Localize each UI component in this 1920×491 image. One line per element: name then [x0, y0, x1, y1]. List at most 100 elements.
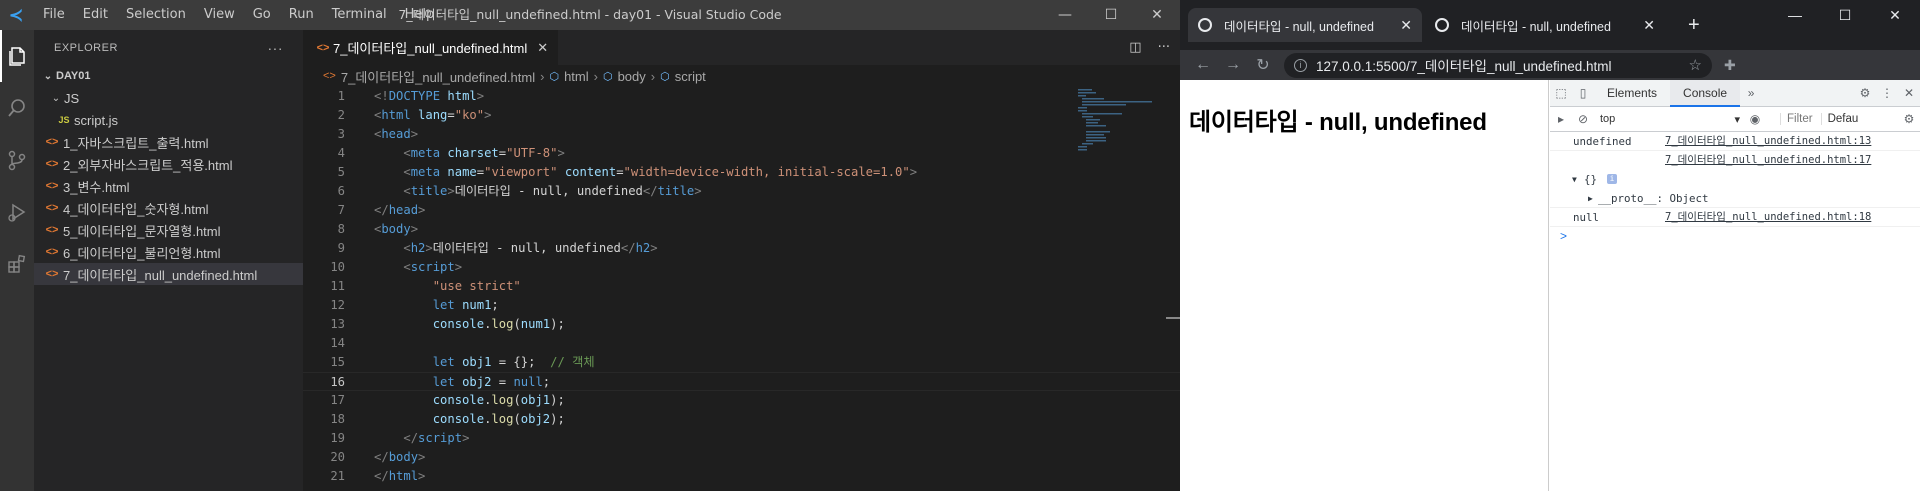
run-debug-icon[interactable]	[0, 186, 34, 238]
reload-icon[interactable]: ↻	[1248, 55, 1278, 75]
more-actions-icon[interactable]: ···	[1158, 40, 1170, 55]
inspect-element-icon[interactable]: ⬚	[1550, 86, 1572, 100]
menubar: File Edit Selection View Go Run Terminal…	[34, 0, 443, 30]
eye-icon[interactable]: ◉	[1744, 112, 1766, 126]
code-editor[interactable]: 1 <!DOCTYPE html> 2 <html lang="ko"> 3 <hea…	[303, 87, 1180, 486]
forward-icon[interactable]: →	[1218, 56, 1248, 74]
close-tab-icon[interactable]: ✕	[1400, 17, 1412, 34]
extensions-puzzle-icon[interactable]: ✚	[1724, 57, 1736, 74]
context-selector[interactable]: top ▾	[1600, 113, 1740, 126]
more-tabs-icon[interactable]: »	[1740, 86, 1762, 100]
tree-file-script-js[interactable]: JS script.js	[34, 109, 303, 131]
maximize-icon[interactable]: ☐	[1820, 0, 1870, 30]
close-tab-icon[interactable]: ✕	[537, 40, 548, 56]
address-bar[interactable]: i 127.0.0.1:5500/7_데이터타입_null_undefined.…	[1284, 52, 1712, 78]
minimize-icon[interactable]: —	[1770, 0, 1820, 30]
code-line: 3 <head>	[303, 125, 1180, 144]
line-number: 13	[330, 317, 345, 331]
expand-object-icon[interactable]: ▼	[1572, 170, 1577, 189]
tree-file-selected[interactable]: <> 7_데이터타입_null_undefined.html	[34, 263, 303, 285]
devtools-tab-elements[interactable]: Elements	[1594, 80, 1670, 107]
tree-file[interactable]: <> 1_자바스크립트_출력.html	[34, 131, 303, 153]
browser-toolbar: ← → ↻ i 127.0.0.1:5500/7_데이터타입_null_unde…	[1180, 50, 1920, 80]
filter-input[interactable]: Filter	[1780, 113, 1813, 125]
editor-tab-active[interactable]: <> 7_데이터타입_null_undefined.html ✕	[303, 30, 559, 65]
code-text: </script>	[403, 431, 470, 445]
breadcrumb-item[interactable]: 7_데이터타입_null_undefined.html	[341, 67, 535, 86]
tree-file[interactable]: <> 2_외부자바스크립트_적용.html	[34, 153, 303, 175]
device-toolbar-icon[interactable]: ▯	[1572, 86, 1594, 100]
tab-label: 7_데이터타입_null_undefined.html	[333, 41, 528, 56]
tree-label: 5_데이터타입_문자열형.html	[63, 223, 221, 239]
window-controls: — ☐ ✕	[1770, 0, 1920, 30]
code-line: 20 </body>	[303, 448, 1180, 467]
explorer-header: EXPLORER ···	[34, 30, 303, 65]
tree-label: 4_데이터타입_숫자형.html	[63, 201, 209, 217]
chrome-tabstrip: o 데이터타입 - null, undefined ✕ o 데이터타입 - nu…	[1180, 0, 1920, 50]
sidebar-toggle-icon[interactable]: ▸	[1550, 112, 1572, 126]
code-line: 21 </html>	[303, 467, 1180, 486]
code-line: 2 <html lang="ko">	[303, 106, 1180, 125]
devtools-tab-console[interactable]: Console	[1670, 79, 1741, 107]
tree-file[interactable]: <> 3_변수.html	[34, 175, 303, 197]
menu-edit[interactable]: Edit	[74, 0, 117, 30]
menu-terminal[interactable]: Terminal	[323, 0, 396, 30]
extensions-icon[interactable]	[0, 238, 34, 290]
expand-proto-icon[interactable]: ▶	[1588, 189, 1593, 208]
folder-day01[interactable]: ⌄ DAY01	[34, 65, 303, 87]
code-text: console.log(obj2);	[432, 412, 565, 426]
close-devtools-icon[interactable]: ✕	[1898, 86, 1920, 100]
kebab-menu-icon[interactable]: ⋮	[1876, 86, 1898, 100]
breadcrumb-item[interactable]: script	[675, 69, 706, 84]
split-editor-icon[interactable]: ◫	[1129, 40, 1141, 55]
explorer-icon[interactable]	[0, 30, 34, 82]
browser-tab-active[interactable]: o 데이터타입 - null, undefined ✕	[1188, 8, 1422, 42]
menu-selection[interactable]: Selection	[117, 0, 195, 30]
html-file-icon: <>	[45, 224, 59, 236]
search-icon[interactable]	[0, 82, 34, 134]
breadcrumb-item[interactable]: html	[564, 69, 589, 84]
tree-folder-js[interactable]: ⌄ JS	[34, 87, 303, 109]
close-icon[interactable]: ✕	[1870, 0, 1920, 30]
log-levels-dropdown[interactable]: Defau	[1820, 113, 1858, 125]
clear-console-icon[interactable]: ⊘	[1572, 112, 1594, 126]
code-text: <body>	[374, 222, 419, 236]
minimap[interactable]	[1076, 87, 1166, 167]
menu-run[interactable]: Run	[280, 0, 323, 30]
console-object-proto[interactable]: ▶ __proto__: Object	[1550, 189, 1920, 208]
chevron-down-icon: ⌄	[51, 92, 61, 104]
more-actions-icon[interactable]: ···	[268, 40, 284, 56]
back-icon[interactable]: ←	[1188, 56, 1218, 74]
vscode-titlebar: ≺ File Edit Selection View Go Run Termin…	[0, 0, 1180, 30]
new-tab-icon[interactable]: +	[1688, 14, 1700, 37]
menu-file[interactable]: File	[34, 0, 74, 30]
console-object[interactable]: ▼ {} i	[1550, 170, 1920, 189]
chevron-down-icon: ⌄	[43, 70, 53, 82]
code-text: <html lang="ko">	[374, 108, 492, 122]
tree-file[interactable]: <> 5_데이터타입_문자열형.html	[34, 219, 303, 241]
close-tab-icon[interactable]: ✕	[1643, 17, 1655, 34]
source-control-icon[interactable]	[0, 134, 34, 186]
info-icon[interactable]: i	[1294, 58, 1307, 72]
vscode-logo-icon: ≺	[8, 4, 24, 26]
console-settings-icon[interactable]: ⚙	[1898, 112, 1920, 126]
tree-file[interactable]: <> 4_데이터타입_숫자형.html	[34, 197, 303, 219]
menu-go[interactable]: Go	[244, 0, 280, 30]
log-source-link[interactable]: 7_데이터타입_null_undefined.html:17	[1665, 151, 1871, 170]
close-icon[interactable]: ✕	[1134, 0, 1180, 30]
menu-view[interactable]: View	[195, 0, 244, 30]
maximize-icon[interactable]: ☐	[1088, 0, 1134, 30]
log-source-link[interactable]: 7_데이터타입_null_undefined.html:18	[1665, 208, 1871, 227]
browser-tab[interactable]: o 데이터타입 - null, undefined ✕	[1425, 8, 1665, 42]
settings-gear-icon[interactable]: ⚙	[1854, 86, 1876, 100]
log-source-link[interactable]: 7_데이터타입_null_undefined.html:13	[1665, 132, 1871, 151]
minimize-icon[interactable]: —	[1042, 0, 1088, 30]
tree-file[interactable]: <> 6_데이터타입_불리언형.html	[34, 241, 303, 263]
breadcrumb-item[interactable]: body	[618, 69, 646, 84]
bookmark-star-icon[interactable]: ☆	[1689, 56, 1702, 74]
console-prompt[interactable]: >	[1550, 227, 1920, 245]
line-number: 16	[330, 375, 345, 389]
page-viewport: 데이터타입 - null, undefined	[1180, 80, 1549, 491]
menu-help[interactable]: Help	[396, 0, 444, 30]
